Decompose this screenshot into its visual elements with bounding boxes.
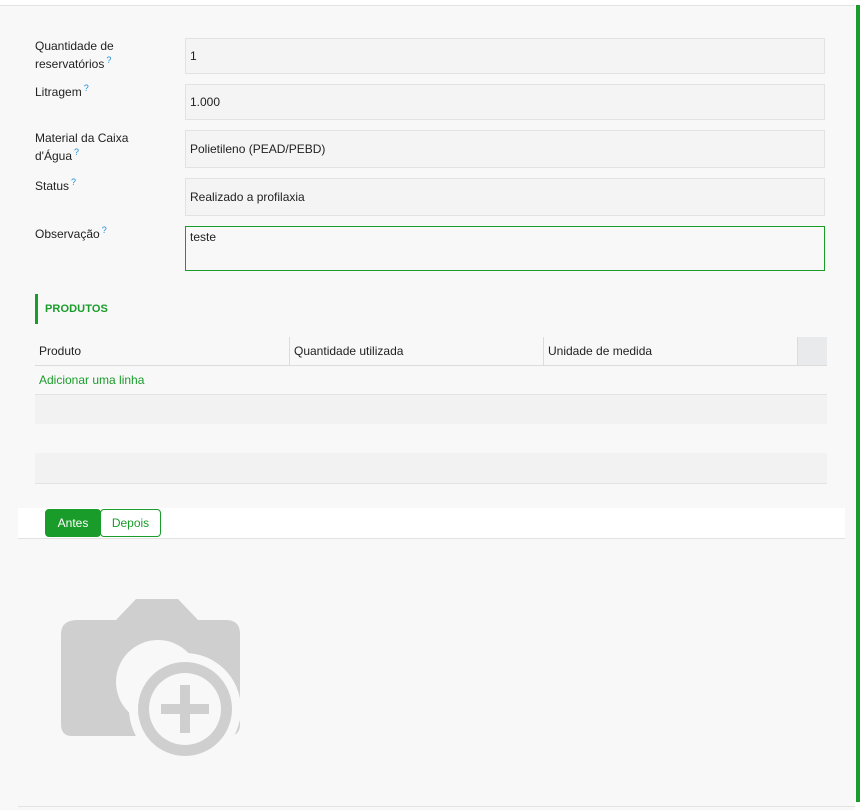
field-label-text: Observação <box>35 227 100 241</box>
table-row <box>35 394 827 426</box>
field-label-quantidade: Quantidade de reservatórios? <box>35 37 175 73</box>
produtos-table-header: Produto Quantidade utilizada Unidade de … <box>35 337 827 366</box>
help-icon[interactable]: ? <box>84 83 89 93</box>
help-icon[interactable]: ? <box>102 225 107 235</box>
material-caixa-select[interactable]: Polietileno (PEAD/PEBD) <box>185 130 825 168</box>
photo-upload-placeholder[interactable] <box>58 596 244 765</box>
help-icon[interactable]: ? <box>71 177 76 187</box>
tab-antes[interactable]: Antes <box>45 509 101 537</box>
field-label-text: Quantidade de reservatórios <box>35 39 114 71</box>
column-header-quantidade[interactable]: Quantidade utilizada <box>289 337 543 365</box>
bottom-divider <box>18 806 855 807</box>
right-accent-bar <box>856 5 860 802</box>
add-line-link[interactable]: Adicionar uma linha <box>39 373 144 387</box>
status-select[interactable]: Realizado a profilaxia <box>185 178 825 216</box>
field-label-text: Status <box>35 179 70 193</box>
field-label-text: Material da Caixa d'Água <box>35 131 129 163</box>
quantidade-reservatorios-input[interactable]: 1 <box>185 38 825 74</box>
observacao-textarea[interactable]: teste <box>185 226 825 271</box>
litragem-input[interactable]: 1.000 <box>185 84 825 120</box>
field-label-litragem: Litragem? <box>35 83 175 101</box>
produtos-section-title: PRODUTOS <box>35 294 108 324</box>
table-row <box>35 453 827 484</box>
column-header-produto[interactable]: Produto <box>35 337 289 365</box>
field-label-observacao: Observação? <box>35 225 175 243</box>
column-header-unidade[interactable]: Unidade de medida <box>543 337 797 365</box>
help-icon[interactable]: ? <box>106 55 111 65</box>
table-row <box>35 424 827 455</box>
field-label-material: Material da Caixa d'Água? <box>35 129 175 165</box>
camera-plus-icon <box>61 599 241 765</box>
field-label-text: Litragem <box>35 85 82 99</box>
help-icon[interactable]: ? <box>74 147 79 157</box>
column-header-actions <box>797 337 827 365</box>
field-label-status: Status? <box>35 177 175 195</box>
tab-depois[interactable]: Depois <box>100 509 161 537</box>
